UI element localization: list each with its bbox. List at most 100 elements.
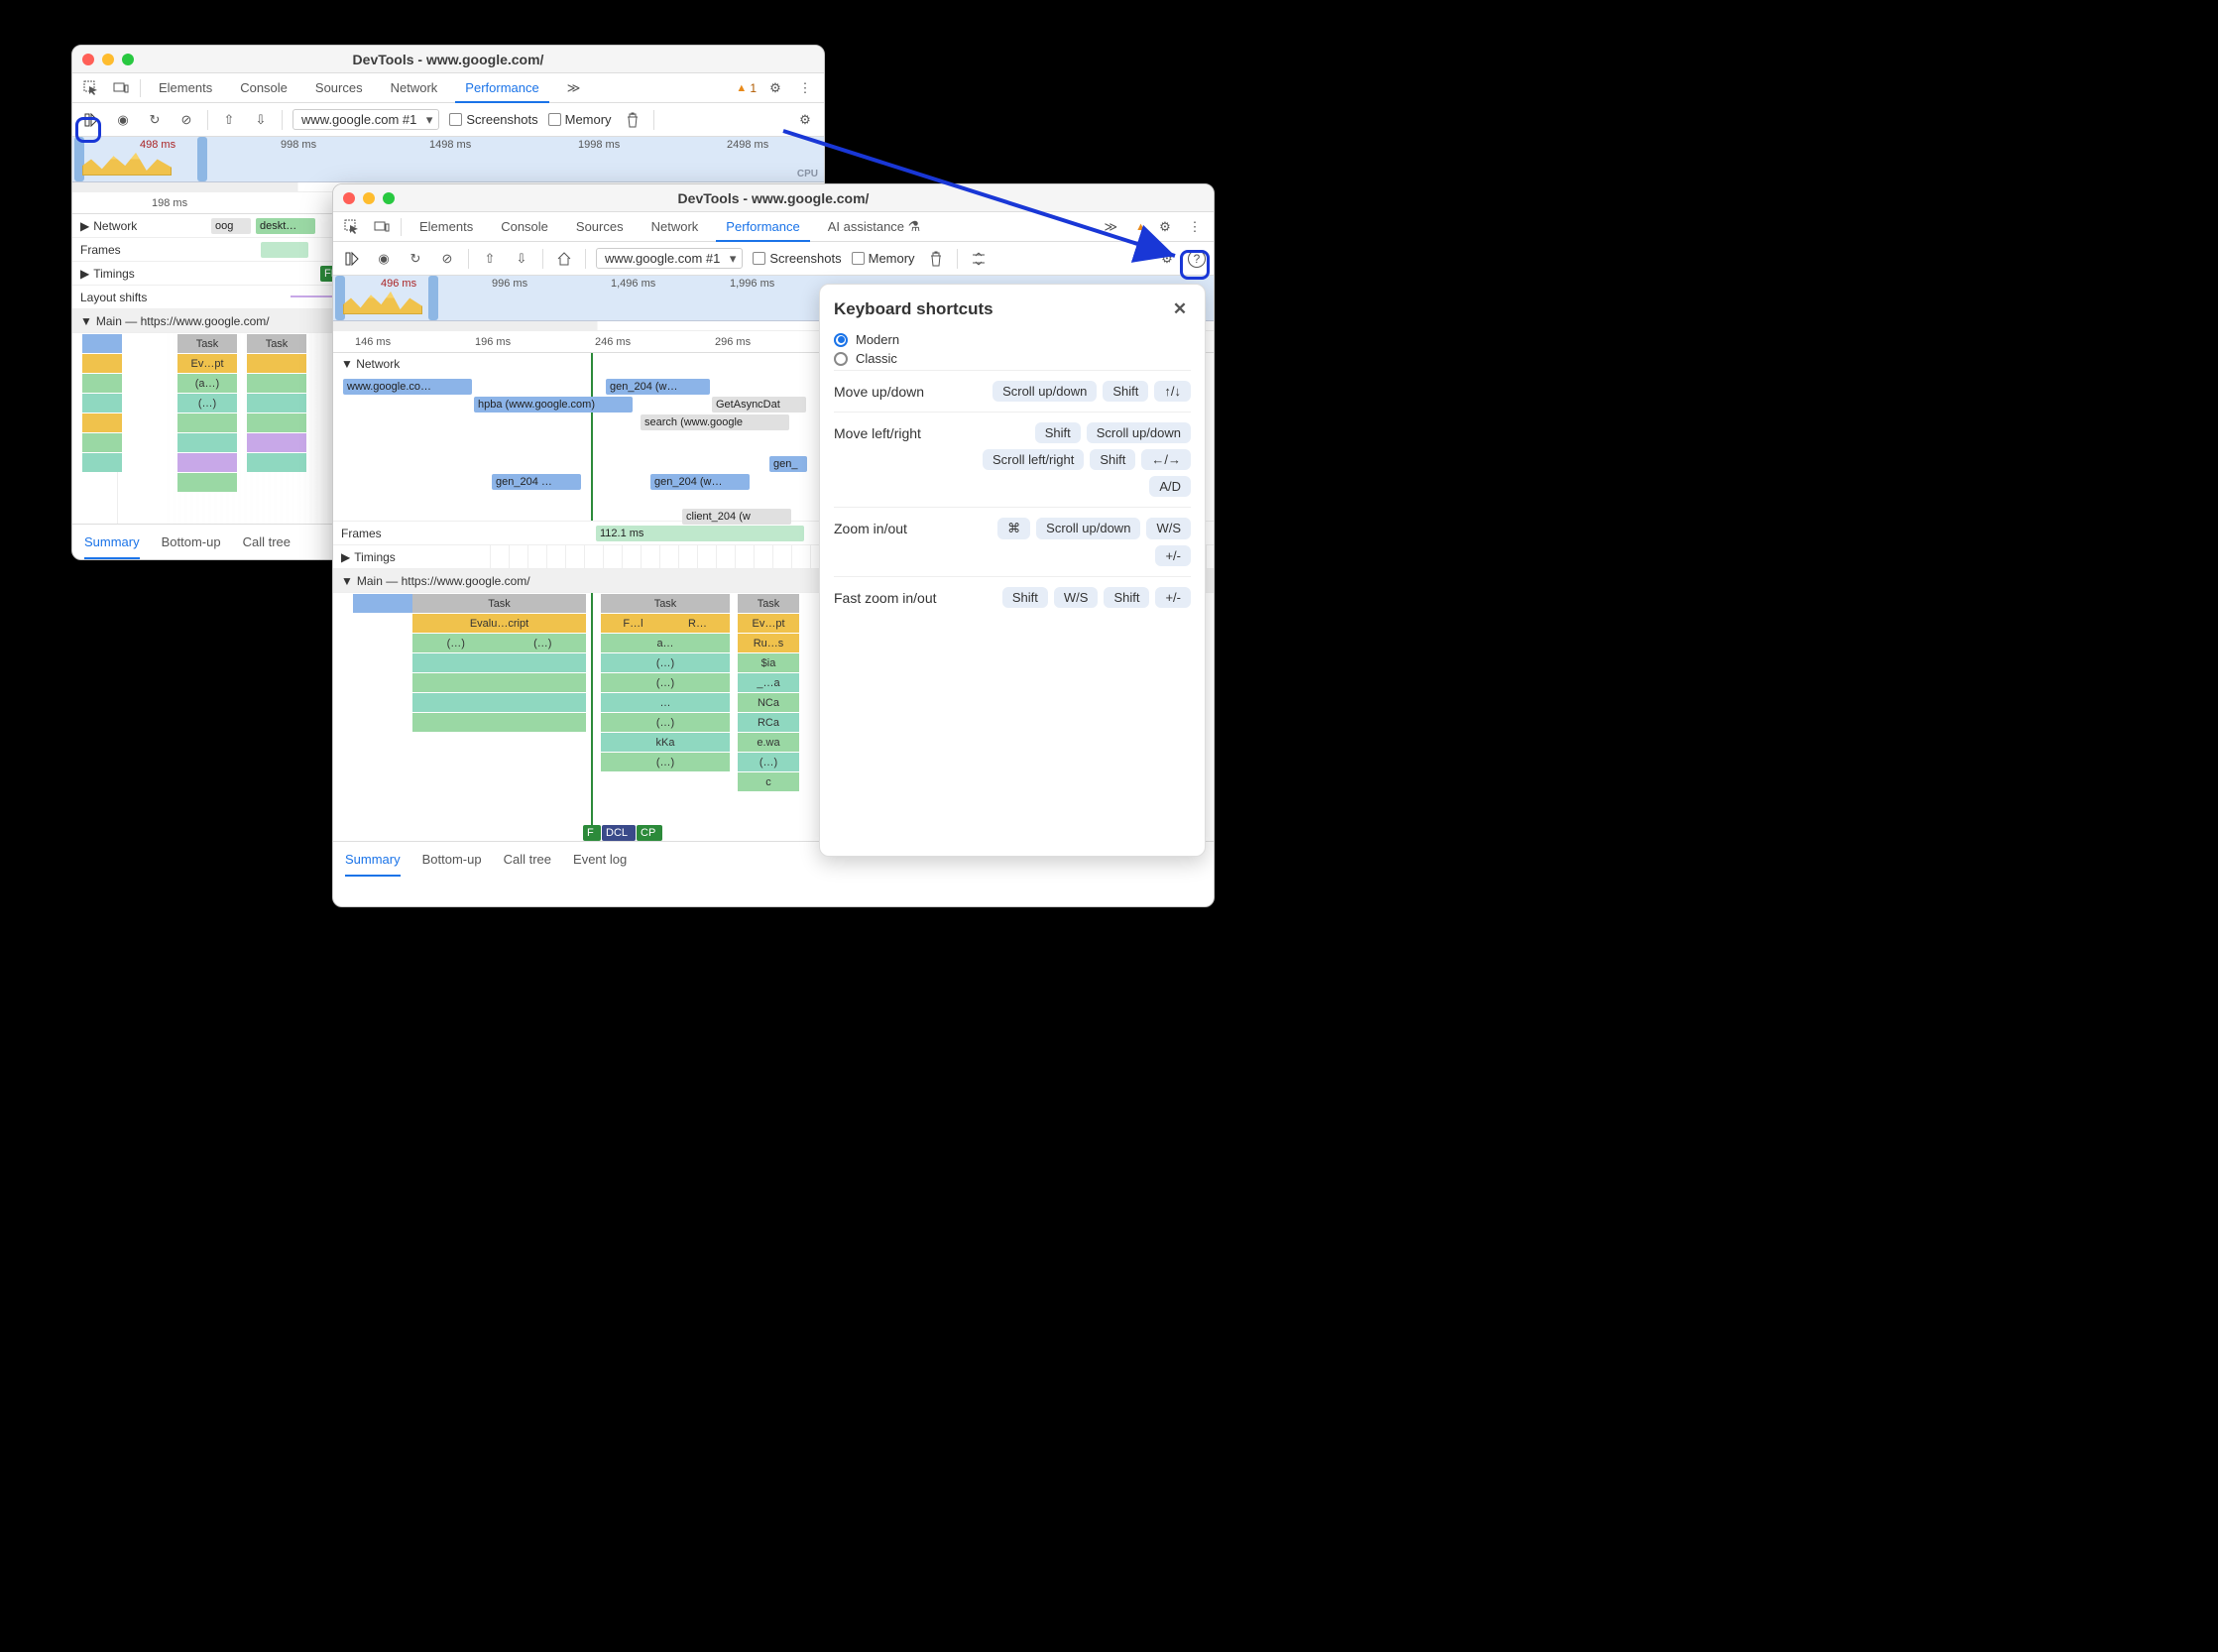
- kbd-key: W/S: [1054, 587, 1099, 608]
- tabs-overflow[interactable]: ≫: [1095, 213, 1128, 241]
- screenshots-checkbox[interactable]: Screenshots: [449, 112, 537, 127]
- recording-select[interactable]: www.google.com #1: [292, 109, 439, 130]
- tab-network[interactable]: Network: [642, 213, 709, 240]
- traffic-lights: [343, 192, 395, 204]
- shortcut-group: Move up/downScroll up/downShift↑/↓: [834, 370, 1191, 412]
- capture-settings-icon[interactable]: ⚙: [794, 109, 816, 131]
- perf-toolbar: ◉ ↻ ⊘ ⇧ ⇩ www.google.com #1 Screenshots …: [72, 103, 824, 137]
- radio-classic[interactable]: Classic: [834, 351, 1191, 366]
- kbd-key: Shift: [1090, 449, 1135, 470]
- clear-icon[interactable]: ⊘: [436, 248, 458, 270]
- help-icon[interactable]: ?: [1188, 250, 1206, 268]
- tab-sources[interactable]: Sources: [305, 74, 373, 101]
- tab-elements[interactable]: Elements: [409, 213, 483, 240]
- tab-bottom-up[interactable]: Bottom-up: [422, 844, 482, 875]
- clear-icon[interactable]: ⊘: [175, 109, 197, 131]
- memory-checkbox[interactable]: Memory: [852, 251, 915, 266]
- record-icon[interactable]: ◉: [112, 109, 134, 131]
- kbd-key: Scroll left/right: [983, 449, 1084, 470]
- kbd-key: Shift: [1035, 422, 1081, 443]
- tab-bottom-up[interactable]: Bottom-up: [162, 527, 221, 557]
- tab-summary[interactable]: Summary: [84, 527, 140, 559]
- zoom-icon[interactable]: [122, 54, 134, 65]
- minimize-icon[interactable]: [363, 192, 375, 204]
- window-title: DevTools - www.google.com/: [72, 52, 824, 67]
- tab-event-log[interactable]: Event log: [573, 844, 627, 875]
- issues-badge[interactable]: [1135, 221, 1146, 233]
- tab-console[interactable]: Console: [230, 74, 297, 101]
- capture-settings-icon[interactable]: ⚙: [1156, 248, 1178, 270]
- tab-call-tree[interactable]: Call tree: [504, 844, 551, 875]
- tab-performance[interactable]: Performance: [455, 74, 548, 103]
- device-icon[interactable]: [110, 77, 132, 99]
- download-icon[interactable]: ⇩: [250, 109, 272, 131]
- kbd-key: Shift: [1104, 587, 1149, 608]
- kbd-key: +/-: [1155, 587, 1191, 608]
- kebab-icon[interactable]: ⋮: [794, 77, 816, 99]
- kbd-key: W/S: [1146, 518, 1191, 539]
- kbd-key: Scroll up/down: [1087, 422, 1191, 443]
- shortcut-group: Zoom in/out ⌘ Scroll up/down W/S +/-: [834, 507, 1191, 576]
- main-tabs: Elements Console Sources Network Perform…: [72, 73, 824, 103]
- overview-mark: 496 ms: [381, 278, 416, 290]
- overview-minimap[interactable]: 498 ms 998 ms 1498 ms 1998 ms 2498 ms CP…: [72, 137, 824, 182]
- recording-select[interactable]: www.google.com #1: [596, 248, 743, 269]
- kbd-key: A/D: [1149, 476, 1191, 497]
- kbd-key: ←/→: [1141, 449, 1191, 470]
- gear-icon[interactable]: ⚙: [1154, 216, 1176, 238]
- shortcut-name: Zoom in/out: [834, 518, 907, 536]
- tabs-overflow[interactable]: ≫: [557, 74, 591, 102]
- reload-icon[interactable]: ↻: [405, 248, 426, 270]
- tab-call-tree[interactable]: Call tree: [243, 527, 291, 557]
- inspect-icon[interactable]: [80, 77, 102, 99]
- tab-summary[interactable]: Summary: [345, 844, 401, 877]
- kbd-key: Shift: [1002, 587, 1048, 608]
- device-icon[interactable]: [371, 216, 393, 238]
- download-icon[interactable]: ⇩: [511, 248, 532, 270]
- record-icon[interactable]: ◉: [373, 248, 395, 270]
- overview-handle-right[interactable]: [428, 276, 438, 320]
- zoom-icon[interactable]: [383, 192, 395, 204]
- timeline-marker: [591, 353, 593, 521]
- gear-icon[interactable]: ⚙: [764, 77, 786, 99]
- tab-console[interactable]: Console: [491, 213, 558, 240]
- overview-handle-right[interactable]: [197, 137, 207, 181]
- home-icon[interactable]: [553, 248, 575, 270]
- titlebar[interactable]: DevTools - www.google.com/: [333, 184, 1214, 212]
- tab-ai-assistance[interactable]: AI assistance ⚗: [818, 212, 931, 241]
- screenshots-checkbox[interactable]: Screenshots: [753, 251, 841, 266]
- collect-garbage-icon[interactable]: [622, 109, 643, 131]
- titlebar[interactable]: DevTools - www.google.com/: [72, 46, 824, 73]
- record-reload-icon[interactable]: [341, 248, 363, 270]
- issues-badge[interactable]: 1: [736, 81, 757, 95]
- perf-toolbar: ◉ ↻ ⊘ ⇧ ⇩ www.google.com #1 Screenshots …: [333, 242, 1214, 276]
- traffic-lights: [82, 54, 134, 65]
- devtools-window-2: DevTools - www.google.com/ Elements Cons…: [332, 183, 1215, 907]
- record-reload-icon[interactable]: [80, 109, 102, 131]
- close-popover-icon[interactable]: ✕: [1169, 298, 1191, 320]
- tab-sources[interactable]: Sources: [566, 213, 634, 240]
- main-tabs: Elements Console Sources Network Perform…: [333, 212, 1214, 242]
- upload-icon[interactable]: ⇧: [479, 248, 501, 270]
- shortcut-name: Move up/down: [834, 381, 924, 400]
- upload-icon[interactable]: ⇧: [218, 109, 240, 131]
- kbd-key: +/-: [1155, 545, 1191, 566]
- tab-elements[interactable]: Elements: [149, 74, 222, 101]
- tab-performance[interactable]: Performance: [716, 213, 809, 242]
- inspect-icon[interactable]: [341, 216, 363, 238]
- memory-checkbox[interactable]: Memory: [548, 112, 612, 127]
- kebab-icon[interactable]: ⋮: [1184, 216, 1206, 238]
- kbd-key: Scroll up/down: [1036, 518, 1140, 539]
- shortcuts-popover: Keyboard shortcuts ✕ Modern Classic Move…: [819, 284, 1206, 857]
- window-title: DevTools - www.google.com/: [333, 190, 1214, 206]
- close-icon[interactable]: [343, 192, 355, 204]
- toggle-drawer-icon[interactable]: [968, 248, 990, 270]
- kbd-key: ⌘: [997, 518, 1030, 539]
- reload-icon[interactable]: ↻: [144, 109, 166, 131]
- collect-garbage-icon[interactable]: [925, 248, 947, 270]
- minimize-icon[interactable]: [102, 54, 114, 65]
- kbd-key: Scroll up/down: [992, 381, 1097, 402]
- radio-modern[interactable]: Modern: [834, 332, 1191, 347]
- close-icon[interactable]: [82, 54, 94, 65]
- tab-network[interactable]: Network: [381, 74, 448, 101]
